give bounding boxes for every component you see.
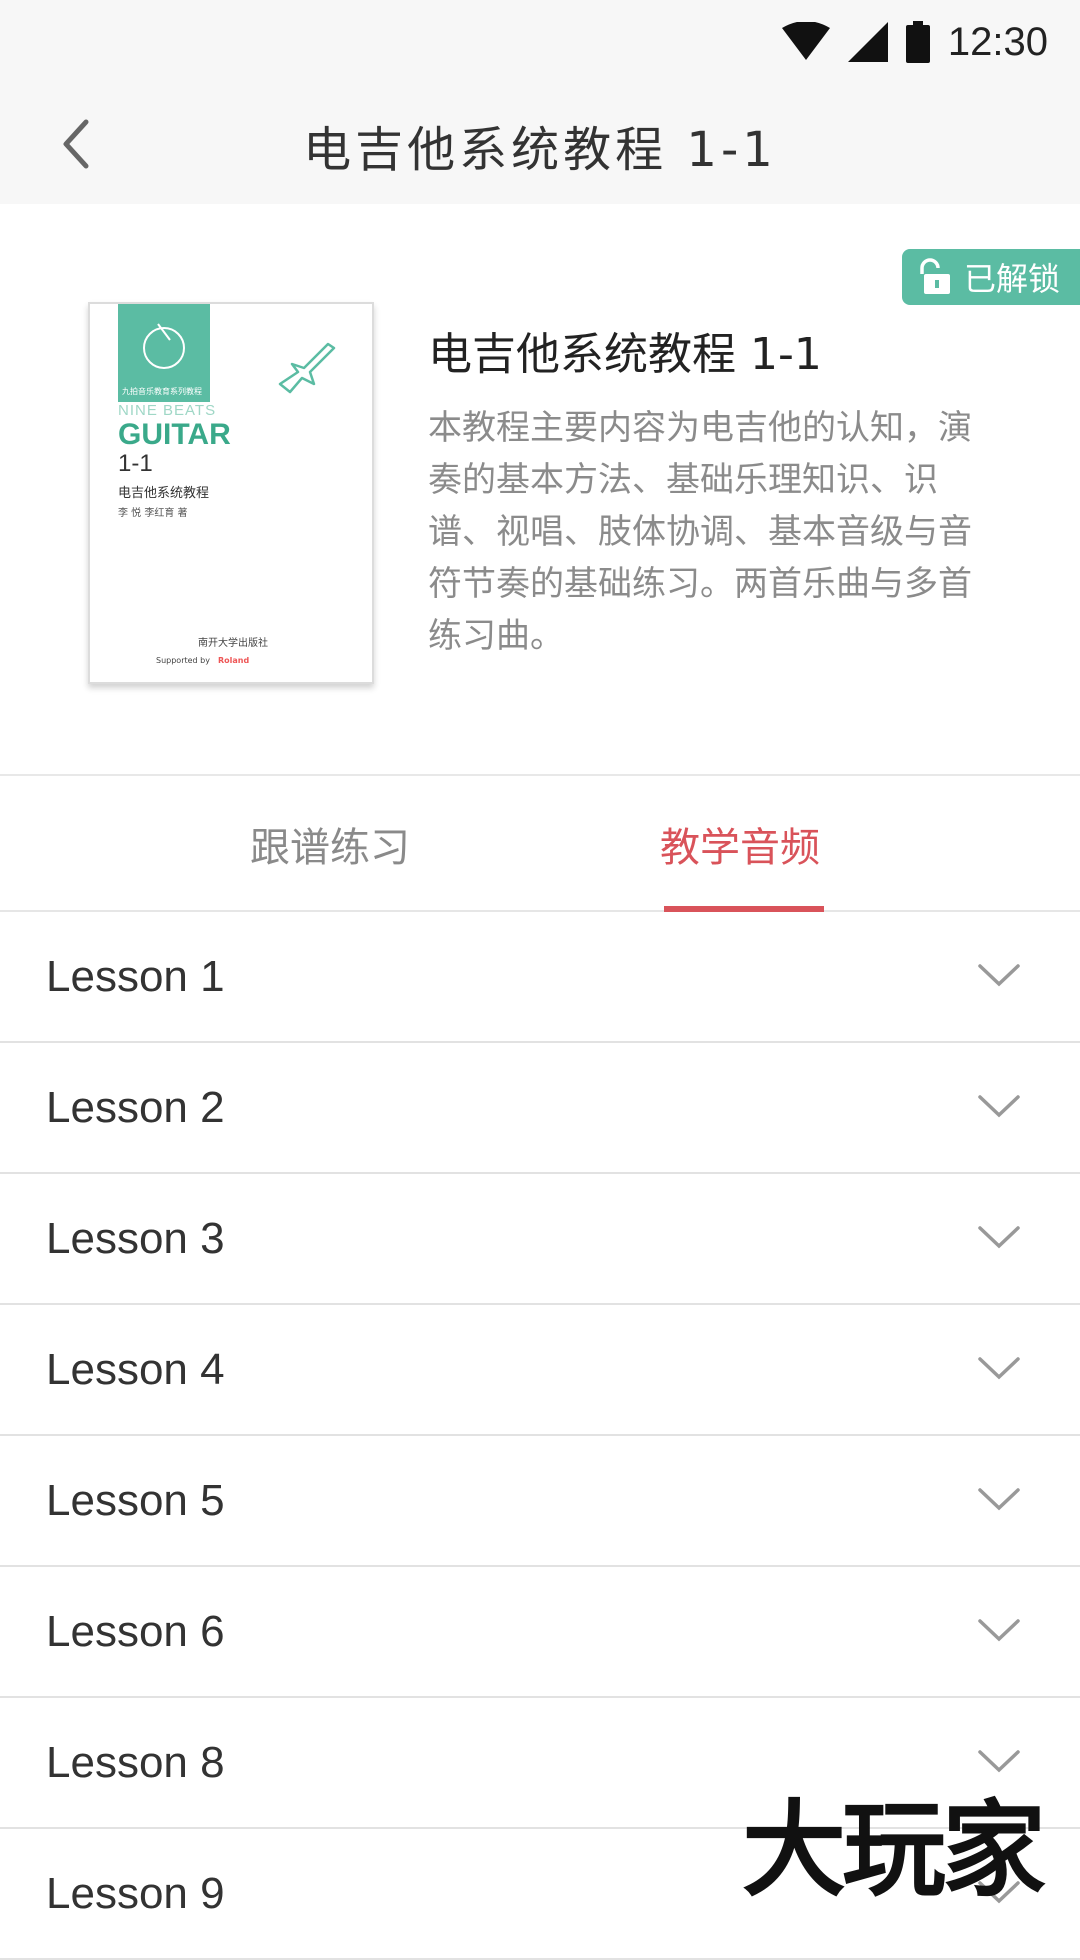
unlocked-badge-label: 已解锁 [964,260,1061,298]
tab-score-practice[interactable]: 跟谱练习 [190,776,470,912]
chevron-down-icon[interactable] [974,1611,1024,1651]
unlock-icon [920,258,950,294]
signal-icon [847,22,888,62]
chevron-down-icon[interactable] [974,956,1024,996]
chevron-down-icon[interactable] [974,1742,1024,1782]
cover-publisher: 南开大学出版社 [198,638,268,649]
lesson-row[interactable]: Lesson 4 [0,1305,1080,1436]
lesson-label: Lesson 1 [46,952,225,1001]
lesson-label: Lesson 3 [46,1214,225,1263]
cover-subject: GUITAR [118,418,231,451]
cover-number: 1-1 [118,450,153,477]
book-cover[interactable]: 九拍音乐教育系列教程 NINE BEATS GUITAR 1-1 电吉他系统教程… [88,302,374,684]
page-title: 电吉他系统教程 1-1 [303,122,777,178]
status-time: 12:30 [947,19,1048,64]
lesson-label: Lesson 8 [46,1738,225,1787]
lesson-label: Lesson 5 [46,1476,225,1525]
lesson-label: Lesson 2 [46,1083,225,1132]
app-header: 电吉他系统教程 1-1 [0,82,1080,204]
cover-supported-by: Supported by [156,656,210,665]
book-description: 本教程主要内容为电吉他的认知，演奏的基本方法、基础乐理知识、识谱、视唱、肢体协调… [428,408,972,656]
cover-authors: 李 悦 李红育 著 [118,508,188,519]
chevron-down-icon[interactable] [974,1480,1024,1520]
lesson-label: Lesson 4 [46,1345,225,1394]
lesson-row[interactable]: Lesson 6 [0,1567,1080,1698]
lesson-row[interactable]: Lesson 2 [0,1043,1080,1174]
lesson-row[interactable]: Lesson 3 [0,1174,1080,1305]
lesson-row[interactable]: Lesson 5 [0,1436,1080,1567]
nine-beats-logo-icon [143,323,185,369]
guitar-icon [278,342,336,394]
cover-series: 九拍音乐教育系列教程 [122,387,202,396]
chevron-down-icon[interactable] [974,1349,1024,1389]
cover-support: Supported by Roland [156,656,249,665]
battery-icon [905,21,930,63]
chevron-down-icon[interactable] [974,1087,1024,1127]
lesson-row[interactable]: Lesson 1 [0,912,1080,1043]
watermark: 大玩家 [742,1789,1046,1911]
tab-bar: 跟谱练习 教学音频 [0,776,1080,912]
status-icons: 12:30 [781,12,1048,72]
tab-teaching-audio[interactable]: 教学音频 [610,776,870,912]
unlocked-badge: 已解锁 [902,249,1080,305]
book-title: 电吉他系统教程 1-1 [428,329,822,380]
cover-brand: NINE BEATS [118,402,217,419]
chevron-down-icon[interactable] [974,1218,1024,1258]
lesson-label: Lesson 9 [46,1869,225,1918]
wifi-icon [781,22,830,60]
status-bar: 12:30 [0,0,1080,82]
book-info-section: 已解锁 九拍音乐教育系列教程 NINE BEATS GUITAR 1-1 电吉他… [0,204,1080,776]
cover-sponsor: Roland [217,656,250,665]
cover-title: 电吉他系统教程 [118,486,210,501]
lesson-label: Lesson 6 [46,1607,225,1656]
